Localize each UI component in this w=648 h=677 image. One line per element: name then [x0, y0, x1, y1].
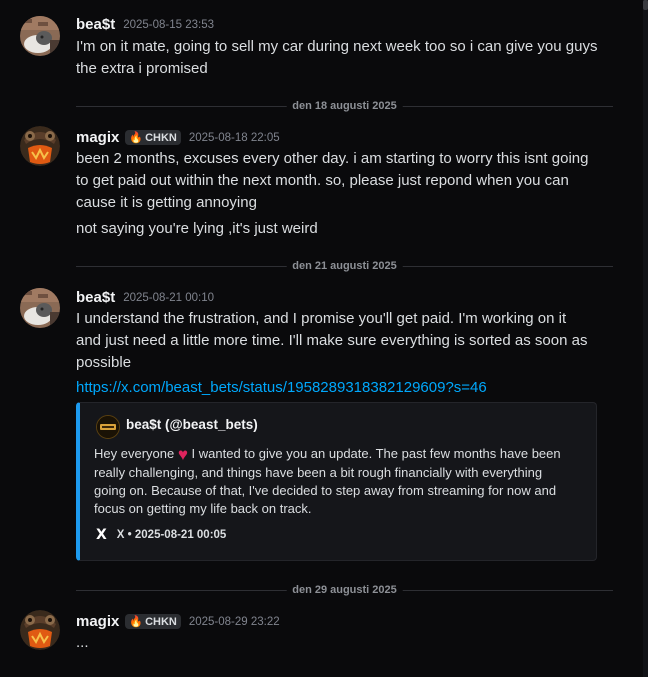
guild-tag[interactable]: 🔥 CHKN: [125, 614, 181, 629]
fire-icon: 🔥: [129, 132, 144, 144]
tweet-embed[interactable]: bea$t (@beast_bets) Hey everyone ♥ I wan…: [76, 402, 597, 561]
message-text: to get paid out within the next month. s…: [76, 172, 569, 189]
cat-avatar-icon: [20, 288, 60, 328]
timestamp: 2025-08-18 22:05: [188, 131, 280, 144]
tweet-link[interactable]: https://x.com/beast_bets/status/19582893…: [76, 379, 487, 396]
embed-body-start: Hey everyone: [94, 446, 175, 461]
username[interactable]: bea$t: [76, 289, 115, 306]
beast-bets-logo-icon: [97, 416, 119, 438]
message-text: I understand the frustration, and I prom…: [76, 310, 567, 327]
fire-icon: 🔥: [129, 616, 144, 628]
embed-body-line: I wanted to give you an update. The past…: [187, 446, 561, 461]
timestamp: 2025-08-15 23:53: [123, 18, 214, 31]
date-divider: den 29 augusti 2025: [76, 584, 613, 596]
x-logo-icon: X: [96, 527, 107, 543]
guild-tag-label: CHKN: [145, 131, 177, 144]
avatar[interactable]: [20, 288, 60, 328]
timestamp: 2025-08-29 23:22: [188, 615, 280, 628]
embed-footer: X X • 2025-08-21 00:05: [96, 527, 226, 543]
guild-tag-label: CHKN: [145, 615, 177, 628]
guild-tag[interactable]: 🔥 CHKN: [125, 130, 181, 145]
scrollbar-thumb[interactable]: [643, 0, 648, 10]
monster-avatar-icon: [20, 126, 60, 166]
embed-footer-text: X • 2025-08-21 00:05: [116, 529, 227, 541]
message-text: cause it is getting annoying: [76, 194, 257, 211]
embed-body-line: focus on getting my life back on track.: [94, 501, 312, 516]
chat-window: bea$t 2025-08-15 23:53 I'm on it mate, g…: [0, 0, 648, 677]
date-divider: den 21 augusti 2025: [76, 260, 613, 272]
message-text: I'm on it mate, going to sell my car dur…: [76, 38, 598, 55]
username[interactable]: magix: [76, 129, 119, 146]
username[interactable]: magix: [76, 613, 119, 630]
message-text: and just need a little more time. I'll m…: [76, 332, 588, 349]
embed-body: Hey everyone ♥ I wanted to give you an u…: [94, 445, 584, 518]
cat-avatar-icon: [20, 16, 60, 56]
embed-author[interactable]: bea$t (@beast_bets): [126, 417, 258, 432]
avatar[interactable]: [20, 16, 60, 56]
message-text: the extra i promised: [76, 60, 208, 77]
message-text: ...: [76, 634, 89, 651]
avatar[interactable]: [20, 126, 60, 166]
message: magix 🔥 CHKN 2025-08-18 22:05 been 2 mon…: [0, 110, 640, 250]
message-text: possible: [76, 354, 132, 371]
message: magix 🔥 CHKN 2025-08-29 23:22 ...: [0, 594, 640, 677]
message-text: been 2 months, excuses every other day. …: [76, 150, 589, 167]
embed-body-line: really challenging, and things have been…: [94, 465, 543, 480]
monster-avatar-icon: [20, 610, 60, 650]
message-text: not saying you're lying ,it's just weird: [76, 220, 318, 237]
timestamp: 2025-08-21 00:10: [123, 291, 214, 304]
date-divider: den 18 augusti 2025: [76, 100, 613, 112]
scrollbar-track[interactable]: [643, 0, 648, 677]
message: bea$t 2025-08-15 23:53 I'm on it mate, g…: [0, 0, 640, 90]
beast-bets-logo-icon[interactable]: [96, 415, 120, 439]
avatar[interactable]: [20, 610, 60, 650]
username[interactable]: bea$t: [76, 16, 115, 33]
embed-body-line: going on. Because of that, I've decided …: [94, 483, 557, 498]
message-link-row: https://x.com/beast_bets/status/19582893…: [76, 377, 616, 399]
heart-icon: ♥: [177, 445, 188, 464]
